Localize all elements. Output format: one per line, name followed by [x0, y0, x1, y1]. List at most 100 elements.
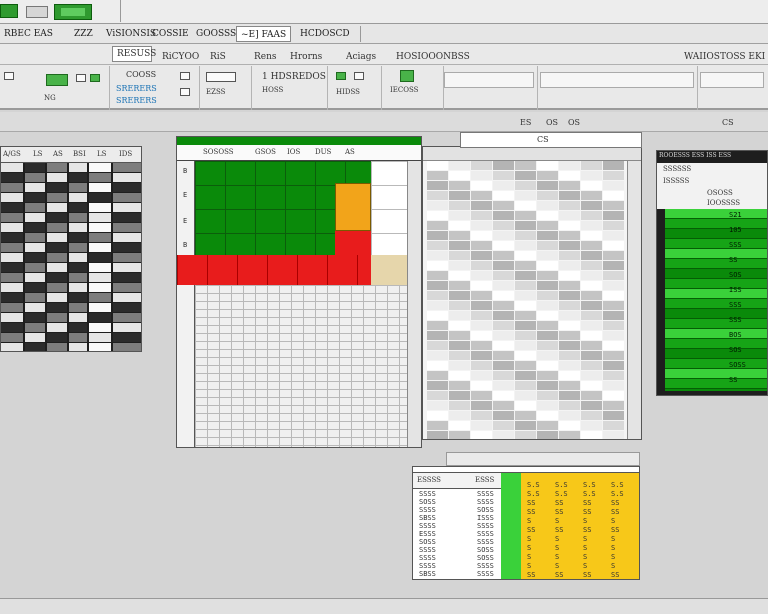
- gray-grid-cell[interactable]: [471, 421, 492, 430]
- gray-grid-cell[interactable]: [559, 401, 580, 410]
- left-grid-cell[interactable]: [47, 173, 67, 182]
- gray-grid-cell[interactable]: [537, 271, 558, 280]
- gray-grid-cell[interactable]: [603, 411, 624, 420]
- gray-grid-cell[interactable]: [559, 251, 580, 260]
- ribbon-tab-5[interactable]: Hrorns: [290, 52, 322, 62]
- left-grid-cell[interactable]: [47, 283, 67, 292]
- gray-grid-cell[interactable]: [493, 211, 514, 220]
- left-grid-cell[interactable]: [89, 163, 111, 172]
- left-grid-cell[interactable]: [1, 243, 23, 252]
- left-grid-cell[interactable]: [69, 173, 87, 182]
- left-grid-cell[interactable]: [25, 173, 45, 182]
- gray-grid-cell[interactable]: [603, 291, 624, 300]
- left-grid-cell[interactable]: [25, 343, 45, 351]
- left-grid-cell[interactable]: [113, 243, 141, 252]
- gray-grid-cell[interactable]: [515, 351, 536, 360]
- left-grid-cell[interactable]: [47, 343, 67, 351]
- gray-grid-cell[interactable]: [559, 271, 580, 280]
- gray-grid-cell[interactable]: [471, 171, 492, 180]
- gray-grid-cell[interactable]: [449, 341, 470, 350]
- menu-item-4[interactable]: GOOSSS: [192, 26, 240, 42]
- left-grid-cell[interactable]: [69, 203, 87, 212]
- gray-grid-cell[interactable]: [581, 291, 602, 300]
- left-grid-cell[interactable]: [69, 193, 87, 202]
- gray-grid-cell[interactable]: [427, 301, 448, 310]
- left-grid-cell[interactable]: [89, 193, 111, 202]
- left-grid-cell[interactable]: [69, 243, 87, 252]
- gray-grid-cell[interactable]: [471, 351, 492, 360]
- gray-grid-cell[interactable]: [515, 161, 536, 170]
- gray-grid-cell[interactable]: [581, 331, 602, 340]
- gray-grid-cell[interactable]: [559, 171, 580, 180]
- gray-grid-cell[interactable]: [603, 361, 624, 370]
- gray-grid-cell[interactable]: [515, 241, 536, 250]
- gray-grid-cell[interactable]: [581, 301, 602, 310]
- gray-grid-cell[interactable]: [427, 311, 448, 320]
- gray-grid-cell[interactable]: [493, 421, 514, 430]
- gray-grid-cell[interactable]: [493, 361, 514, 370]
- left-grid-cell[interactable]: [89, 233, 111, 242]
- gray-grid-cell[interactable]: [449, 351, 470, 360]
- left-grid-cell[interactable]: [1, 163, 23, 172]
- gray-grid-cell[interactable]: [471, 391, 492, 400]
- left-grid-cell[interactable]: [47, 223, 67, 232]
- gray-grid-cell[interactable]: [515, 371, 536, 380]
- gray-grid-cell[interactable]: [603, 301, 624, 310]
- left-grid-cell[interactable]: [69, 333, 87, 342]
- gray-grid-cell[interactable]: [559, 431, 580, 439]
- far-right-row[interactable]: [665, 249, 767, 259]
- left-grid-cell[interactable]: [1, 273, 23, 282]
- gray-grid-cell[interactable]: [493, 231, 514, 240]
- gray-grid-cell[interactable]: [449, 401, 470, 410]
- gray-grid-cell[interactable]: [493, 321, 514, 330]
- left-grid-cell[interactable]: [89, 343, 111, 351]
- ribbon-label-4[interactable]: SRERERS: [116, 96, 157, 105]
- gray-grid-cell[interactable]: [449, 221, 470, 230]
- left-grid-cell[interactable]: [47, 203, 67, 212]
- left-grid-cell[interactable]: [113, 333, 141, 342]
- gray-grid-cell[interactable]: [427, 391, 448, 400]
- gray-grid-cell[interactable]: [515, 221, 536, 230]
- gray-grid-cell[interactable]: [559, 181, 580, 190]
- gray-grid-cell[interactable]: [449, 171, 470, 180]
- gray-grid-cell[interactable]: [427, 371, 448, 380]
- gray-grid-cell[interactable]: [493, 401, 514, 410]
- left-grid-cell[interactable]: [113, 253, 141, 262]
- menu-item-1[interactable]: RBEC EAS: [0, 26, 57, 42]
- gray-grid-cell[interactable]: [603, 251, 624, 260]
- table-icon[interactable]: [354, 72, 364, 80]
- gray-grid-cell[interactable]: [559, 211, 580, 220]
- gray-grid-cell[interactable]: [427, 181, 448, 190]
- gray-grid-cell[interactable]: [427, 211, 448, 220]
- ribbon-label-3[interactable]: SRERERS: [116, 84, 157, 93]
- gray-grid-cell[interactable]: [515, 281, 536, 290]
- gray-grid-cell[interactable]: [493, 371, 514, 380]
- far-right-row[interactable]: [665, 219, 767, 229]
- gray-grid-cell[interactable]: [515, 211, 536, 220]
- gray-grid-cell[interactable]: [559, 411, 580, 420]
- gray-grid-cell[interactable]: [581, 161, 602, 170]
- gray-grid-cell[interactable]: [427, 431, 448, 439]
- chart-icon[interactable]: [46, 74, 68, 86]
- gray-grid-cell[interactable]: [449, 411, 470, 420]
- gray-grid-cell[interactable]: [537, 331, 558, 340]
- gray-grid-cell[interactable]: [537, 411, 558, 420]
- gray-grid-cell[interactable]: [537, 351, 558, 360]
- gray-grid-cell[interactable]: [537, 311, 558, 320]
- gray-grid-cell[interactable]: [559, 351, 580, 360]
- ribbon-tab-6[interactable]: Aciags: [346, 52, 376, 62]
- gray-grid-cell[interactable]: [603, 401, 624, 410]
- left-grid-cell[interactable]: [47, 213, 67, 222]
- gray-grid-cell[interactable]: [537, 321, 558, 330]
- left-grid-cell[interactable]: [89, 183, 111, 192]
- far-right-row[interactable]: [665, 299, 767, 309]
- gray-grid-cell[interactable]: [581, 221, 602, 230]
- gray-grid-cell[interactable]: [471, 321, 492, 330]
- left-grid-cell[interactable]: [113, 163, 141, 172]
- gray-grid-cell[interactable]: [471, 191, 492, 200]
- menu-extra[interactable]: ZZZ: [70, 26, 97, 42]
- gray-grid-cell[interactable]: [537, 291, 558, 300]
- gray-grid-cell[interactable]: [603, 371, 624, 380]
- gray-grid-cell[interactable]: [515, 261, 536, 270]
- left-grid-cell[interactable]: [69, 213, 87, 222]
